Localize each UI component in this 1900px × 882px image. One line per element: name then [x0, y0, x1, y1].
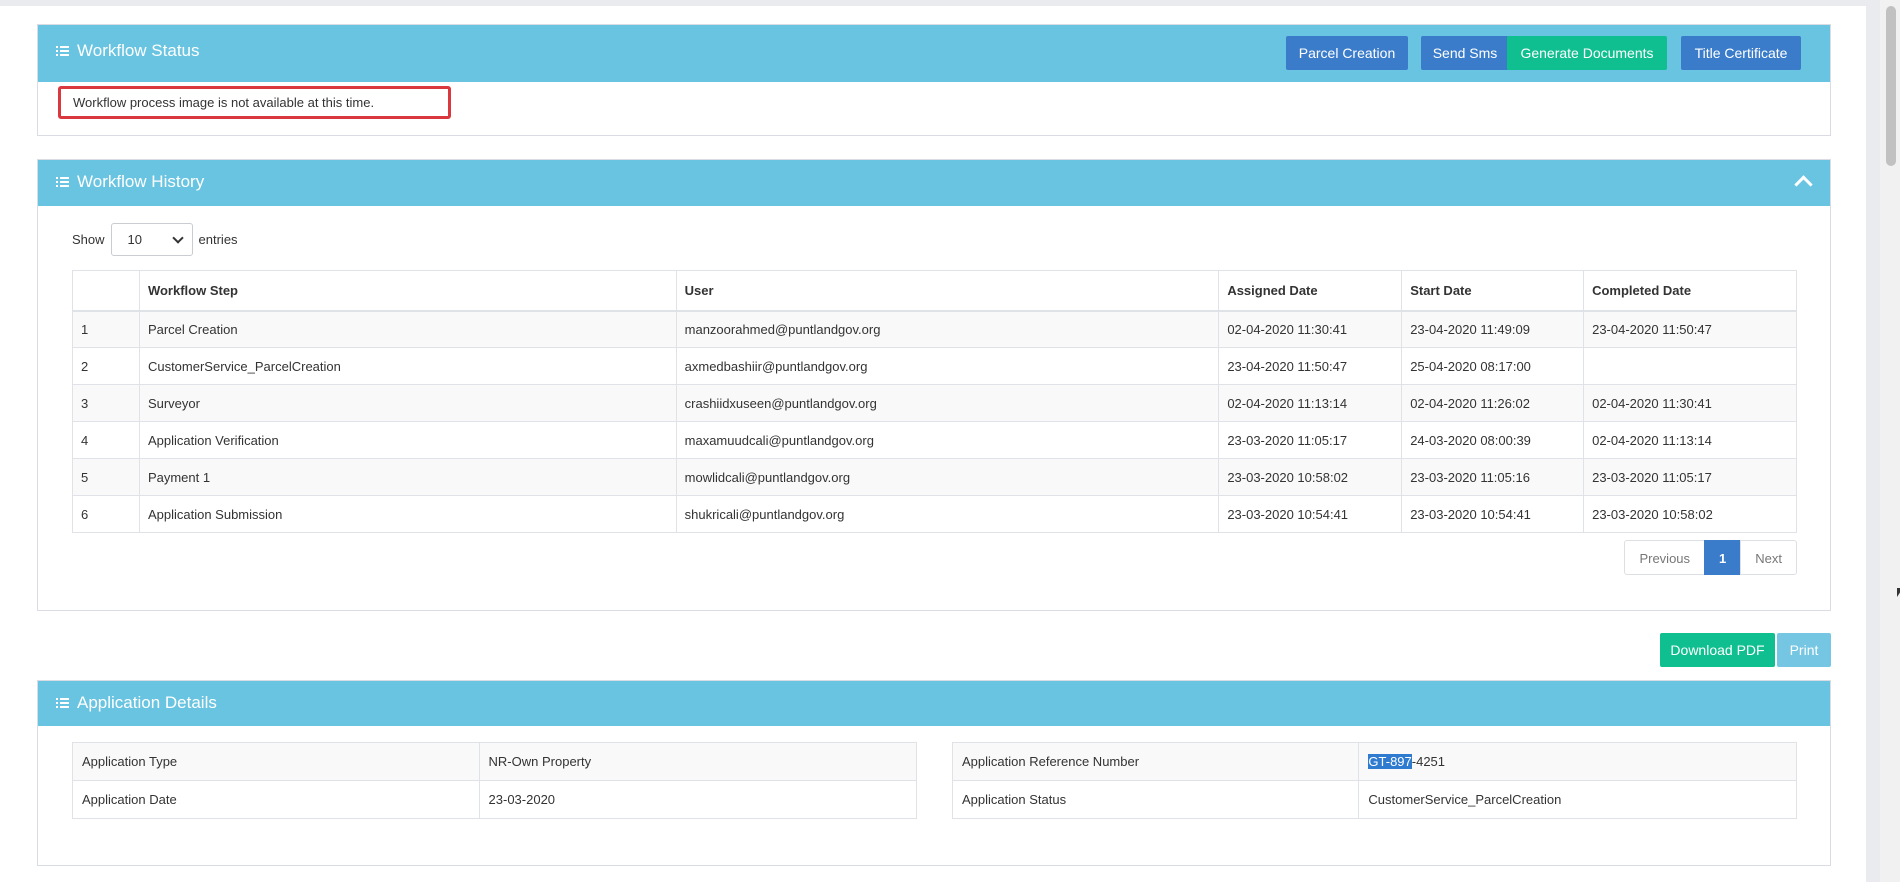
table-header-row: Workflow Step User Assigned Date Start D… — [72, 270, 1797, 312]
table-cell: Application Verification — [138, 421, 677, 459]
table-row: Application Reference Number GT-897-4251 — [951, 742, 1797, 781]
table-row: Application Date 23-03-2020 — [72, 780, 918, 819]
table-cell: 1 — [72, 310, 140, 348]
workflow-status-header: Workflow Status Parcel Creation Send Sms… — [38, 25, 1830, 82]
column-header[interactable]: User — [675, 270, 1220, 312]
column-header[interactable]: Completed Date — [1583, 270, 1797, 312]
detail-value: NR-Own Property — [478, 742, 918, 781]
page-content: Workflow Status Parcel Creation Send Sms… — [0, 6, 1866, 882]
next-page-button[interactable]: Next — [1740, 540, 1797, 575]
table-cell: 23-04-2020 11:50:47 — [1218, 347, 1403, 385]
table-row: 2 CustomerService_ParcelCreation axmedba… — [72, 347, 1797, 385]
workflow-status-panel: Workflow Status Parcel Creation Send Sms… — [37, 24, 1831, 136]
table-cell: 24-03-2020 08:00:39 — [1401, 421, 1585, 459]
column-header[interactable]: Workflow Step — [138, 270, 677, 312]
table-cell: 25-04-2020 08:17:00 — [1401, 347, 1585, 385]
previous-page-button[interactable]: Previous — [1624, 540, 1706, 575]
table-row: Application Type NR-Own Property — [72, 742, 918, 781]
table-cell: crashiidxuseen@puntlandgov.org — [675, 384, 1220, 422]
selected-text: GT-897 — [1368, 754, 1412, 769]
reference-number-value: GT-897-4251 — [1358, 742, 1797, 781]
table-row: Application Status CustomerService_Parce… — [951, 780, 1797, 819]
send-sms-button[interactable]: Send Sms — [1421, 36, 1509, 70]
detail-label: Application Type — [72, 742, 480, 781]
table-cell: 2 — [72, 347, 140, 385]
table-cell: shukricali@puntlandgov.org — [675, 495, 1220, 533]
workflow-status-title: Workflow Status — [77, 41, 200, 60]
table-cell: 23-03-2020 11:05:17 — [1583, 458, 1797, 496]
detail-label: Application Reference Number — [951, 742, 1360, 781]
parcel-creation-button[interactable]: Parcel Creation — [1286, 36, 1408, 70]
table-cell: 02-04-2020 11:30:41 — [1218, 310, 1403, 348]
table-cell: Payment 1 — [138, 458, 677, 496]
table-cell: 02-04-2020 11:13:14 — [1218, 384, 1403, 422]
table-row: 4 Application Verification maxamuudcali@… — [72, 421, 1797, 459]
workflow-history-table: Workflow Step User Assigned Date Start D… — [72, 270, 1797, 533]
table-cell: 02-04-2020 11:13:14 — [1583, 421, 1797, 459]
column-header[interactable]: Start Date — [1401, 270, 1585, 312]
table-cell: Surveyor — [138, 384, 677, 422]
table-cell: 23-04-2020 11:50:47 — [1583, 310, 1797, 348]
print-button[interactable]: Print — [1777, 633, 1831, 667]
page-1-button[interactable]: 1 — [1704, 540, 1742, 575]
list-icon — [56, 176, 69, 188]
detail-value: CustomerService_ParcelCreation — [1358, 780, 1797, 819]
table-cell — [1583, 347, 1797, 385]
table-cell: 02-04-2020 11:30:41 — [1583, 384, 1797, 422]
collapse-chevron-icon[interactable] — [1794, 175, 1813, 194]
list-icon — [56, 697, 69, 709]
generate-documents-button[interactable]: Generate Documents — [1507, 36, 1667, 70]
workflow-history-header: Workflow History — [38, 160, 1830, 206]
table-cell: manzoorahmed@puntlandgov.org — [675, 310, 1220, 348]
table-row: 3 Surveyor crashiidxuseen@puntlandgov.or… — [72, 384, 1797, 422]
table-cell: 4 — [72, 421, 140, 459]
download-pdf-button[interactable]: Download PDF — [1660, 633, 1775, 667]
application-details-panel: Application Details Application Type NR-… — [37, 680, 1831, 866]
detail-label: Application Date — [72, 780, 480, 819]
workflow-history-panel: Workflow History Show 10 entries Workflo… — [37, 159, 1831, 611]
column-header[interactable] — [72, 270, 140, 312]
show-label: Show — [72, 232, 105, 247]
table-row: 6 Application Submission shukricali@punt… — [72, 495, 1797, 533]
table-cell: 5 — [72, 458, 140, 496]
table-cell: 23-03-2020 10:58:02 — [1218, 458, 1403, 496]
chevron-down-icon — [171, 232, 184, 244]
title-certificate-button[interactable]: Title Certificate — [1681, 36, 1801, 70]
table-cell: 23-03-2020 10:54:41 — [1218, 495, 1403, 533]
application-details-left-table: Application Type NR-Own Property Applica… — [72, 742, 918, 819]
table-row: 1 Parcel Creation manzoorahmed@puntlandg… — [72, 310, 1797, 348]
workflow-image-notice: Workflow process image is not available … — [58, 86, 451, 119]
detail-label: Application Status — [951, 780, 1360, 819]
table-cell: 3 — [72, 384, 140, 422]
table-cell: 23-03-2020 11:05:16 — [1401, 458, 1585, 496]
workflow-history-title: Workflow History — [77, 172, 205, 191]
table-cell: 6 — [72, 495, 140, 533]
list-icon — [56, 45, 69, 57]
application-details-right-table: Application Reference Number GT-897-4251… — [951, 742, 1797, 819]
application-details-header: Application Details — [38, 681, 1830, 726]
entries-label: entries — [198, 232, 238, 247]
table-cell: 23-04-2020 11:49:09 — [1401, 310, 1585, 348]
table-cell: CustomerService_ParcelCreation — [138, 347, 677, 385]
table-cell: mowlidcali@puntlandgov.org — [675, 458, 1220, 496]
page-length-select[interactable]: 10 — [110, 223, 193, 256]
table-row: 5 Payment 1 mowlidcali@puntlandgov.org 2… — [72, 458, 1797, 496]
table-cell: maxamuudcali@puntlandgov.org — [675, 421, 1220, 459]
table-cell: 23-03-2020 10:54:41 — [1401, 495, 1585, 533]
column-header[interactable]: Assigned Date — [1218, 270, 1403, 312]
pagination: Previous 1 Next — [1624, 540, 1797, 575]
table-cell: axmedbashiir@puntlandgov.org — [675, 347, 1220, 385]
page-length-control: Show 10 entries — [72, 223, 238, 256]
table-cell: 23-03-2020 10:58:02 — [1583, 495, 1797, 533]
table-cell: 23-03-2020 11:05:17 — [1218, 421, 1403, 459]
scrollbar-thumb[interactable] — [1886, 6, 1896, 166]
mouse-cursor-icon — [1897, 588, 1900, 604]
table-cell: Parcel Creation — [138, 310, 677, 348]
application-details-title: Application Details — [77, 693, 217, 712]
detail-value: 23-03-2020 — [478, 780, 918, 819]
table-cell: Application Submission — [138, 495, 677, 533]
table-cell: 02-04-2020 11:26:02 — [1401, 384, 1585, 422]
